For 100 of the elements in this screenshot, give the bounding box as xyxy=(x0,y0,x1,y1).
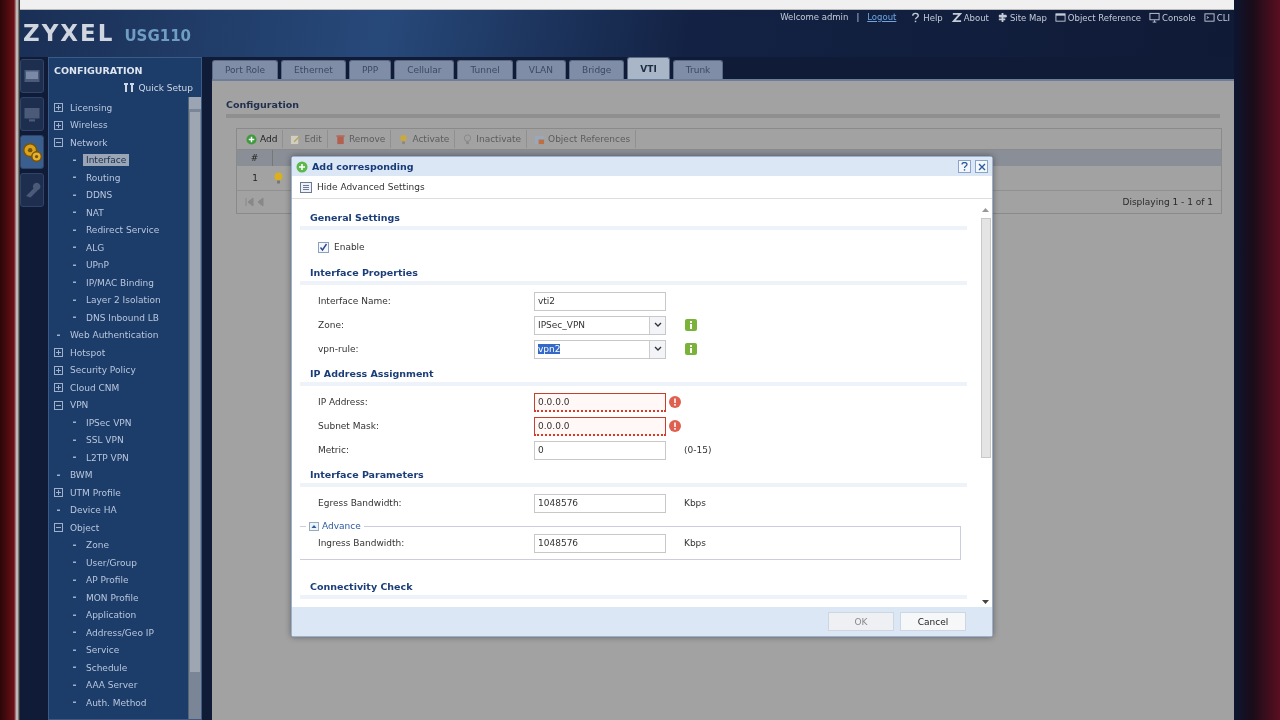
collapse-icon xyxy=(309,521,319,531)
nav-item[interactable]: SSL VPN xyxy=(83,434,127,447)
table-cell-text: 1 xyxy=(251,173,259,183)
nav-item[interactable]: UTM Profile xyxy=(67,486,124,499)
nav-item[interactable]: Interface xyxy=(83,154,130,167)
header-link[interactable]: About xyxy=(950,12,989,23)
input-field[interactable]: 0.0.0.0 xyxy=(534,416,666,436)
input-field[interactable]: 1048576 xyxy=(534,533,666,553)
collapse-icon[interactable] xyxy=(54,138,63,148)
nav-item[interactable]: AAA Server xyxy=(83,679,141,692)
nav-item[interactable]: UPnP xyxy=(83,259,112,272)
monitor-icon xyxy=(23,105,41,123)
tools-icon xyxy=(123,82,136,93)
nav-item[interactable]: Schedule xyxy=(83,661,131,674)
nav-item[interactable]: Application xyxy=(83,609,140,622)
nav-item[interactable]: Hotspot xyxy=(67,346,109,359)
toolbar-button[interactable]: Add xyxy=(241,130,284,148)
nav-item[interactable]: Layer 2 Isolation xyxy=(83,294,164,307)
nav-item[interactable]: DDNS xyxy=(83,189,116,202)
dialog-title: Add corresponding xyxy=(312,161,415,172)
nav-item[interactable]: Cloud CNM xyxy=(67,381,123,394)
nav-item[interactable]: Security Policy xyxy=(67,364,139,377)
caret-icon xyxy=(653,346,662,352)
header-link[interactable]: CLI xyxy=(1203,12,1230,23)
input-field[interactable]: 0.0.0.0 xyxy=(534,392,666,412)
error-icon xyxy=(669,396,681,408)
dialog-button[interactable]: Cancel xyxy=(900,612,966,631)
nav-item[interactable]: VPN xyxy=(67,399,92,412)
dashboard-icon xyxy=(23,67,41,85)
nav-item[interactable]: BWM xyxy=(67,469,96,482)
input-field[interactable]: 0 xyxy=(534,440,666,460)
nav-item[interactable]: ALG xyxy=(83,241,108,254)
info-icon[interactable] xyxy=(685,343,697,355)
field-label: Interface Name: xyxy=(318,296,392,306)
header-link[interactable]: Help xyxy=(910,12,943,23)
quick-setup-link[interactable]: Quick Setup xyxy=(123,82,201,97)
window-icon xyxy=(534,133,546,145)
expand-icon[interactable] xyxy=(54,488,63,498)
trash-icon xyxy=(334,133,346,145)
checkbox[interactable] xyxy=(318,241,329,253)
column-header: # xyxy=(237,150,273,166)
scroll-up-icon[interactable] xyxy=(982,207,989,212)
input-field[interactable]: 1048576 xyxy=(534,493,666,513)
question-icon xyxy=(910,12,922,23)
terminal-icon xyxy=(1203,12,1215,23)
unit-label: Kbps xyxy=(684,498,707,508)
window-icon xyxy=(1054,12,1066,23)
nav-item[interactable]: L2TP VPN xyxy=(83,451,132,464)
expand-icon[interactable] xyxy=(54,120,63,130)
nav-item[interactable]: AP Profile xyxy=(83,574,132,587)
add-icon xyxy=(296,160,308,173)
nav-item[interactable]: DNS Inbound LB xyxy=(83,311,162,324)
select-field[interactable]: vpn2 xyxy=(534,339,666,359)
advance-toggle[interactable]: Advance xyxy=(306,521,364,531)
nav-item[interactable]: Network xyxy=(67,136,111,149)
nav-item[interactable]: NAT xyxy=(83,206,107,219)
help-button[interactable] xyxy=(958,160,971,173)
advanced-settings-toggle[interactable]: Hide Advanced Settings xyxy=(292,176,992,199)
nav-item[interactable]: Zone xyxy=(83,539,112,552)
header-link[interactable]: Site Map xyxy=(996,12,1047,23)
nav-item[interactable]: IP/MAC Binding xyxy=(83,276,158,289)
nav-item[interactable]: Address/Geo IP xyxy=(83,626,157,639)
nav-item[interactable]: Service xyxy=(83,644,123,657)
model-name: USG110 xyxy=(124,27,192,45)
expand-icon[interactable] xyxy=(54,103,63,113)
collapse-icon[interactable] xyxy=(54,523,63,533)
expand-icon[interactable] xyxy=(54,348,63,358)
tab[interactable]: VTI xyxy=(627,57,670,79)
nav-item[interactable]: Device HA xyxy=(67,504,120,517)
rail-button[interactable] xyxy=(20,59,44,93)
error-icon xyxy=(669,420,681,432)
nav-item[interactable]: IPSec VPN xyxy=(83,416,135,429)
logout-link[interactable]: Logout xyxy=(867,12,897,22)
header-link[interactable]: Object Reference xyxy=(1054,12,1142,23)
nav-item[interactable]: Wireless xyxy=(67,119,111,132)
nav-item[interactable]: Object xyxy=(67,521,103,534)
scroll-down-icon[interactable] xyxy=(982,600,989,605)
info-icon[interactable] xyxy=(685,319,697,331)
field-label: Ingress Bandwidth: xyxy=(318,538,406,548)
expand-icon[interactable] xyxy=(54,383,63,393)
scrollbar[interactable] xyxy=(979,205,992,607)
nav-item[interactable]: Auth. Method xyxy=(83,696,150,709)
caret-icon xyxy=(653,322,662,328)
field-label: Metric: xyxy=(318,445,350,455)
nav-item[interactable]: User/Group xyxy=(83,556,140,569)
rail-button[interactable] xyxy=(20,135,44,169)
nav-item[interactable]: Redirect Service xyxy=(83,224,163,237)
unit-label: (0-15) xyxy=(684,445,712,455)
input-field[interactable]: vti2 xyxy=(534,291,666,311)
collapse-icon[interactable] xyxy=(54,400,63,410)
nav-item[interactable]: Web Authentication xyxy=(67,329,162,342)
separator: | xyxy=(856,12,860,22)
select-field[interactable]: IPSec_VPN xyxy=(534,315,666,335)
scrollbar[interactable] xyxy=(188,97,201,719)
header-link[interactable]: Console xyxy=(1149,12,1196,23)
nav-item[interactable]: Licensing xyxy=(67,101,116,114)
close-button[interactable] xyxy=(975,160,988,173)
nav-item[interactable]: MON Profile xyxy=(83,591,142,604)
expand-icon[interactable] xyxy=(54,365,63,375)
nav-item[interactable]: Routing xyxy=(83,171,124,184)
